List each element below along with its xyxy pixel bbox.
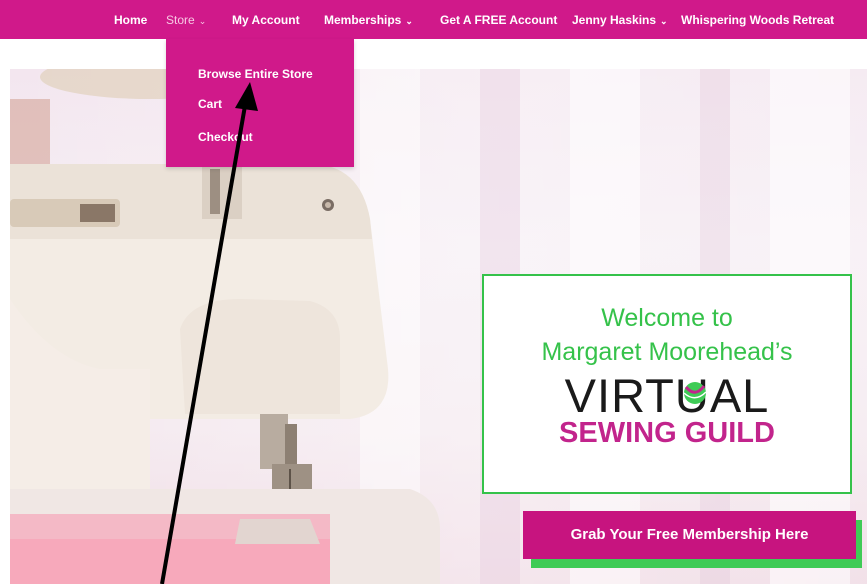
nav-store[interactable]: Store ⌄ xyxy=(166,13,206,28)
nav-memberships-label: Memberships xyxy=(324,13,402,27)
logo-sewing-guild: SEWING GUILD xyxy=(559,417,775,449)
thread-spool-icon xyxy=(683,382,707,404)
nav-store-label: Store xyxy=(166,13,195,27)
nav-jenny-haskins[interactable]: Jenny Haskins ⌄ xyxy=(572,13,668,28)
nav-memberships[interactable]: Memberships ⌄ xyxy=(324,13,413,28)
nav-jenny-haskins-label: Jenny Haskins xyxy=(572,13,657,27)
dropdown-checkout[interactable]: Checkout xyxy=(198,130,253,144)
welcome-line-1: Welcome to xyxy=(601,304,733,332)
nav-get-free-account[interactable]: Get A FREE Account xyxy=(440,13,557,27)
chevron-down-icon: ⌄ xyxy=(198,16,207,26)
dropdown-cart[interactable]: Cart xyxy=(198,97,222,111)
top-nav: Home Store ⌄ My Account Memberships ⌄ Get … xyxy=(0,0,867,39)
nav-home[interactable]: Home xyxy=(114,13,147,27)
welcome-box: Welcome to Margaret Moorehead’s VIRTUAL … xyxy=(482,274,852,494)
store-dropdown-menu: Browse Entire Store Cart Checkout xyxy=(166,39,354,167)
chevron-down-icon: ⌄ xyxy=(405,16,413,26)
logo-virtual: VIRTUAL xyxy=(564,369,770,422)
dropdown-browse-entire-store[interactable]: Browse Entire Store xyxy=(198,67,313,81)
welcome-line-2: Margaret Moorehead’s xyxy=(541,338,793,366)
free-membership-button[interactable]: Grab Your Free Membership Here xyxy=(523,511,856,559)
nav-whispering-woods[interactable]: Whispering Woods Retreat xyxy=(681,13,834,27)
chevron-down-icon: ⌄ xyxy=(660,16,668,26)
nav-my-account[interactable]: My Account xyxy=(232,13,300,27)
